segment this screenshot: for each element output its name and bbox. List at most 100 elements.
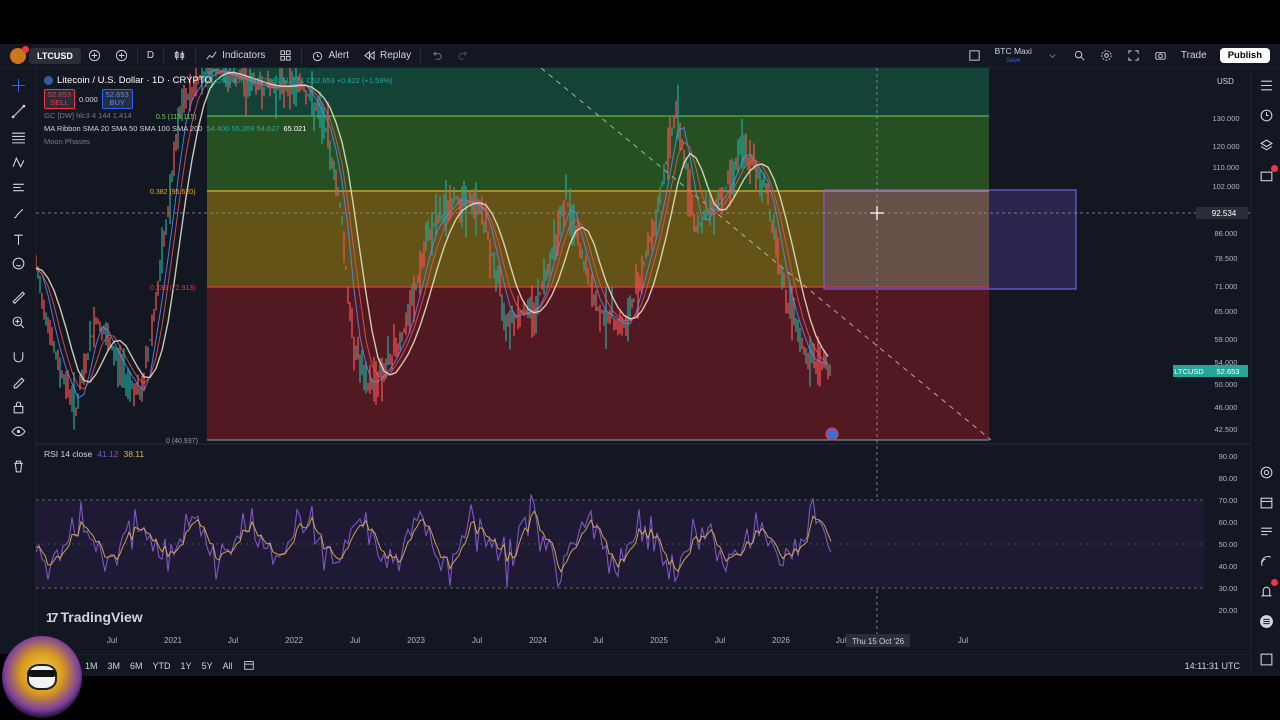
tradingview-logo[interactable]: 17 TradingView [46,609,143,625]
camera-icon [1155,52,1166,60]
tf-1m[interactable]: 1M [80,661,103,671]
layout-name: BTC Maxi [994,45,1032,56]
hide-drawings-tool[interactable] [9,422,27,440]
publish-button[interactable]: Publish [1219,48,1270,63]
time-tick-label: Jul [593,636,603,645]
layout-name-button[interactable]: BTC Maxi Save [988,44,1039,68]
symbol-search-button[interactable]: LTCUSD [29,47,81,64]
help-button[interactable] [1257,650,1275,668]
crosshair-tool[interactable] [9,76,27,94]
calendar-icon [1260,497,1272,508]
news-button[interactable] [1257,523,1275,541]
trend-line-tool[interactable] [9,102,27,120]
stay-drawing-tool[interactable] [9,372,27,390]
plus-circle-icon [88,49,100,62]
streams-button[interactable] [1257,552,1275,570]
ruler-tool[interactable] [9,288,27,306]
moon-phases-row[interactable]: Moon Phases [44,135,393,148]
time-tick-label: 2024 [529,636,547,645]
tf-6m[interactable]: 6M [125,661,148,671]
alerts-panel-button[interactable] [1257,106,1275,124]
price-tick-label: 50.000 [1215,380,1238,389]
templates-button[interactable] [272,44,299,68]
fib-label-0382: 0.382 (95.620) [150,189,196,196]
emoji-tool[interactable] [9,254,27,272]
sell-buy-widget: 52.653 SELL 0.000 52.653 BUY [44,89,393,109]
quick-search-button[interactable] [1066,44,1093,68]
date-range-button[interactable] [238,659,260,673]
time-tick-label: 2023 [407,636,425,645]
interval-button[interactable]: D [140,44,161,68]
undo-button[interactable] [423,44,450,68]
layers-button[interactable] [1257,136,1275,154]
avatar-face [27,664,57,690]
pattern-tool[interactable] [9,153,27,171]
divider [301,48,303,63]
text-tool[interactable] [9,230,27,248]
trade-button[interactable]: Trade [1174,44,1214,68]
notification-badge [1271,165,1278,172]
chart-pane[interactable]: 130.000 120.000 110.000 102.000 86.000 78.500… [36,68,1250,654]
compare-button[interactable] [108,44,135,68]
fullscreen-button[interactable] [1120,44,1147,68]
indicators-icon [206,51,217,60]
buy-button[interactable]: 52.653 BUY [101,89,133,109]
last-price-value: 52.653 [1217,367,1240,376]
alarm-clock-icon [313,51,323,62]
chart-type-button[interactable] [166,44,193,68]
utc-clock[interactable]: 14:11:31 UTC [1185,661,1240,671]
notification-badge [1271,579,1278,586]
moon-phases-label: Moon Phases [44,137,90,146]
indicators-button[interactable]: Indicators [198,44,272,68]
replay-button[interactable]: Replay [356,44,418,68]
gc-indicator-row[interactable]: GC [DW] hlc3 4 144 1.414 [44,109,393,122]
watchlist-button[interactable] [1257,76,1275,94]
rsi-tick-label: 20.00 [1219,606,1238,615]
brush-tool[interactable] [9,204,27,222]
settings-button[interactable] [1093,44,1120,68]
tf-1y[interactable]: 1Y [176,661,197,671]
products-button[interactable] [1257,612,1275,630]
ma-ribbon-row[interactable]: MA Ribbon SMA 20 SMA 50 SMA 100 SMA 200 … [44,122,393,135]
tf-ytd[interactable]: YTD [148,661,176,671]
time-tick-label: Jul [836,636,846,645]
forecast-tool[interactable] [9,178,27,196]
gc-indicator-label: GC [DW] hlc3 4 144 1.414 [44,111,132,120]
divider [136,48,138,63]
remove-drawings-tool[interactable] [9,457,27,475]
calendar-button[interactable] [1257,493,1275,511]
price-tick-label: 120.000 [1212,142,1239,151]
redo-button[interactable] [450,44,477,68]
forecast-icon [12,183,24,191]
fib-label-0: 0 (40.937) [166,438,198,445]
square-icon [969,50,980,61]
fib-tool[interactable] [9,128,27,146]
rsi-tick-label: 30.00 [1219,584,1238,593]
lock-drawings-tool[interactable] [9,398,27,416]
snapshot-button[interactable] [1147,44,1174,68]
price-chart[interactable]: 130.000 120.000 110.000 102.000 86.000 78.500… [36,68,1250,654]
user-avatar[interactable] [10,45,29,64]
symbol-title[interactable]: Litecoin / U.S. Dollar · 1D · CRYPTO [57,75,212,86]
layout-button[interactable] [961,44,988,68]
alert-button[interactable]: Alert [304,44,356,68]
rsi-label[interactable]: RSI 14 close [44,449,92,459]
tf-all[interactable]: All [218,661,238,671]
rsi-tick-label: 40.00 [1219,562,1238,571]
time-tick-label: Jul [107,636,117,645]
screener-button[interactable] [1257,463,1275,481]
zoom-tool[interactable] [9,313,27,331]
sell-button[interactable]: 52.653 SELL [44,89,75,109]
range-box [823,189,1077,290]
layout-dropdown[interactable] [1039,44,1066,68]
undo-icon [433,51,442,60]
drawing-toolbar [0,68,36,654]
magnet-tool[interactable] [9,347,27,365]
price-tick-label: 102.000 [1212,182,1239,191]
gear-icon [1101,50,1112,61]
tf-5y[interactable]: 5Y [197,661,218,671]
notifications-button[interactable] [1257,579,1278,600]
add-symbol-button[interactable] [81,44,108,68]
tf-3m[interactable]: 3M [103,661,126,671]
ideas-button[interactable] [1257,165,1278,186]
